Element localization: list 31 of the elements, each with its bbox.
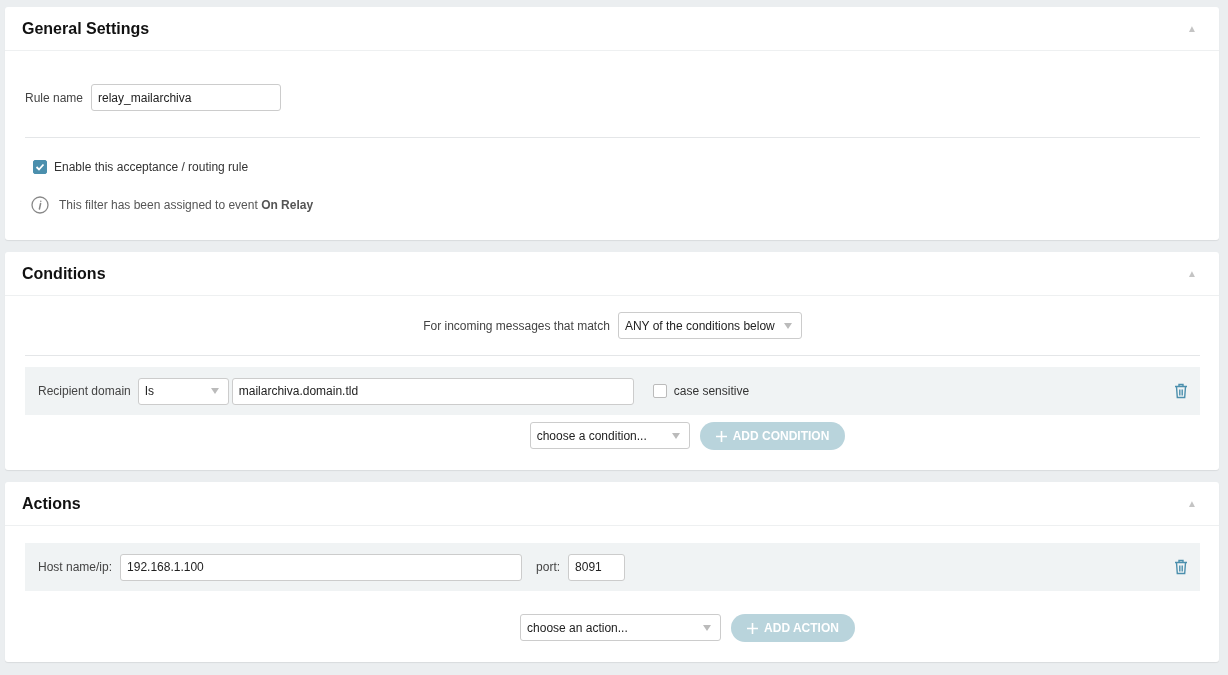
field-label: port: <box>536 560 561 574</box>
section-title: Conditions <box>22 264 106 283</box>
match-label: For incoming messages that match <box>423 318 610 333</box>
plus-icon <box>715 430 727 442</box>
checkbox-label: case sensitive <box>673 384 750 398</box>
port-field[interactable]: 8091 <box>568 553 626 581</box>
dropdown-caret-icon <box>783 322 792 329</box>
dropdown[interactable]: choose a condition... <box>529 422 690 449</box>
trash-icon[interactable] <box>1174 559 1188 575</box>
dropdown-caret-icon <box>210 388 219 394</box>
checkbox-label: Enable this acceptance / routing rule <box>54 160 249 174</box>
checkbox[interactable] <box>652 384 667 398</box>
checkmark-icon <box>35 162 45 172</box>
info-text: This filter has been assigned to event On Relay <box>59 198 314 212</box>
section-title: General Settings <box>22 19 150 38</box>
dropdown[interactable]: Is <box>137 377 229 405</box>
section-title: Actions <box>22 494 81 513</box>
condition-label: Recipient domain <box>38 384 131 398</box>
condition-value-field[interactable]: mailarchiva.domain.tld <box>231 377 634 405</box>
dropdown[interactable]: ANY of the conditions below <box>617 312 802 339</box>
info-icon <box>31 196 49 214</box>
dropdown-caret-icon <box>703 624 712 631</box>
field-label: Rule name <box>25 90 84 105</box>
rule-name-field[interactable]: relay_mailarchiva <box>91 84 282 111</box>
dropdown-caret-icon <box>671 432 680 439</box>
host-field[interactable]: 192.168.1.100 <box>120 553 523 581</box>
checkbox[interactable] <box>33 160 47 174</box>
plus-icon <box>747 622 759 634</box>
field-label: Host name/ip: <box>38 560 113 574</box>
dropdown[interactable]: choose an action... <box>520 614 722 641</box>
trash-icon[interactable] <box>1174 383 1188 399</box>
